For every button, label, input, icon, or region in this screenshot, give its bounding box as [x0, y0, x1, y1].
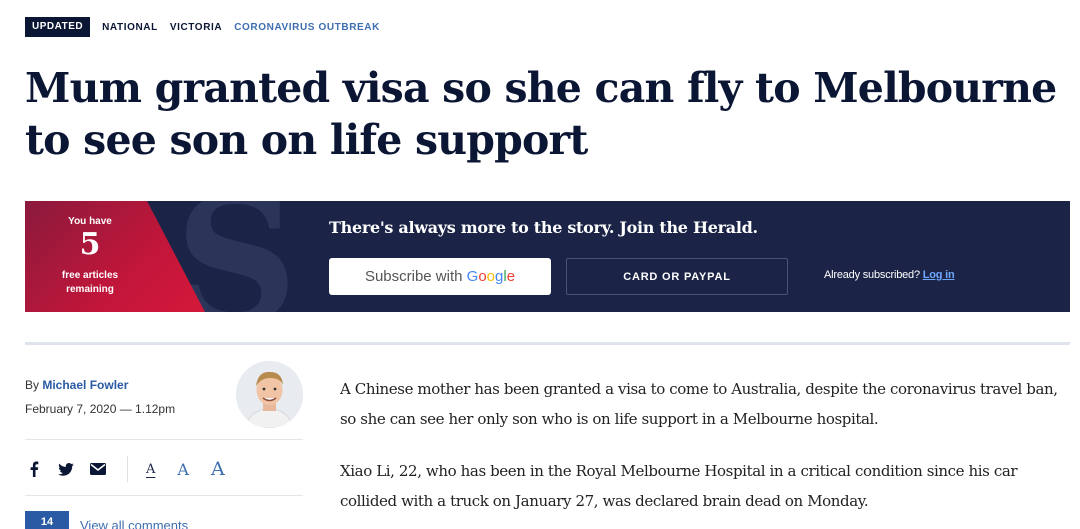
- sidebar-divider-top: [25, 439, 303, 440]
- tag-coronavirus-outbreak[interactable]: CORONAVIRUS OUTBREAK: [234, 22, 380, 33]
- login-link[interactable]: Log in: [923, 269, 955, 281]
- meter-count: 5: [79, 227, 101, 262]
- section-tags: UPDATED NATIONAL VICTORIA CORONAVIRUS OU…: [25, 17, 380, 37]
- font-size-small-button[interactable]: A: [146, 462, 155, 477]
- twitter-icon[interactable]: [57, 460, 75, 478]
- article-paragraph: A Chinese mother has been granted a visa…: [340, 380, 1058, 428]
- font-size-large-button[interactable]: A: [211, 458, 225, 480]
- publish-date: February 7, 2020 — 1.12pm: [25, 402, 176, 416]
- facebook-icon[interactable]: [25, 460, 43, 478]
- email-icon[interactable]: [89, 460, 107, 478]
- updated-badge: UPDATED: [25, 17, 91, 37]
- font-size-medium-button[interactable]: A: [177, 460, 189, 479]
- subscribe-with-label: Subscribe with: [364, 268, 467, 285]
- article-meter: You have 5 free articles remaining: [25, 201, 155, 312]
- byline-prefix: By: [25, 378, 43, 392]
- already-subscribed: Already subscribed? Log in: [824, 269, 955, 281]
- sidebar-divider-bottom: [25, 495, 303, 496]
- article-headline: Mum granted visa so she can fly to Melbo…: [25, 64, 1057, 164]
- comments-section: 14 View all comments: [25, 511, 188, 529]
- meter-free-articles: free articles: [61, 270, 119, 281]
- meter-you-have: You have: [68, 216, 112, 227]
- share-and-font-tools: A A A: [25, 455, 247, 483]
- author-avatar[interactable]: [236, 361, 303, 428]
- article-paragraph: Xiao Li, 22, who has been in the Royal M…: [340, 462, 1018, 510]
- section-divider: [25, 342, 1070, 345]
- meter-remaining-text: free articles remaining: [25, 269, 155, 297]
- author-link[interactable]: Michael Fowler: [42, 378, 128, 392]
- tag-national[interactable]: NATIONAL: [102, 22, 158, 33]
- google-wordmark: Google: [466, 268, 516, 285]
- tag-victoria[interactable]: VICTORIA: [170, 22, 222, 33]
- byline: By Michael Fowler: [25, 378, 128, 392]
- comment-count-badge[interactable]: 14: [25, 511, 69, 529]
- card-or-paypal-button[interactable]: CARD OR PAYPAL: [566, 258, 788, 295]
- already-subscribed-text: Already subscribed?: [824, 269, 920, 281]
- subscribe-with-google-button[interactable]: Subscribe with Google: [329, 258, 551, 295]
- meter-remaining: remaining: [66, 284, 114, 295]
- article-body: A Chinese mother has been granted a visa…: [340, 374, 1070, 529]
- subscribe-pitch: There's always more to the story. Join t…: [329, 218, 758, 237]
- view-all-comments-link[interactable]: View all comments: [80, 512, 188, 529]
- subscription-banner: S You have 5 free articles remaining The…: [25, 201, 1070, 312]
- toolbar-divider: [127, 456, 128, 482]
